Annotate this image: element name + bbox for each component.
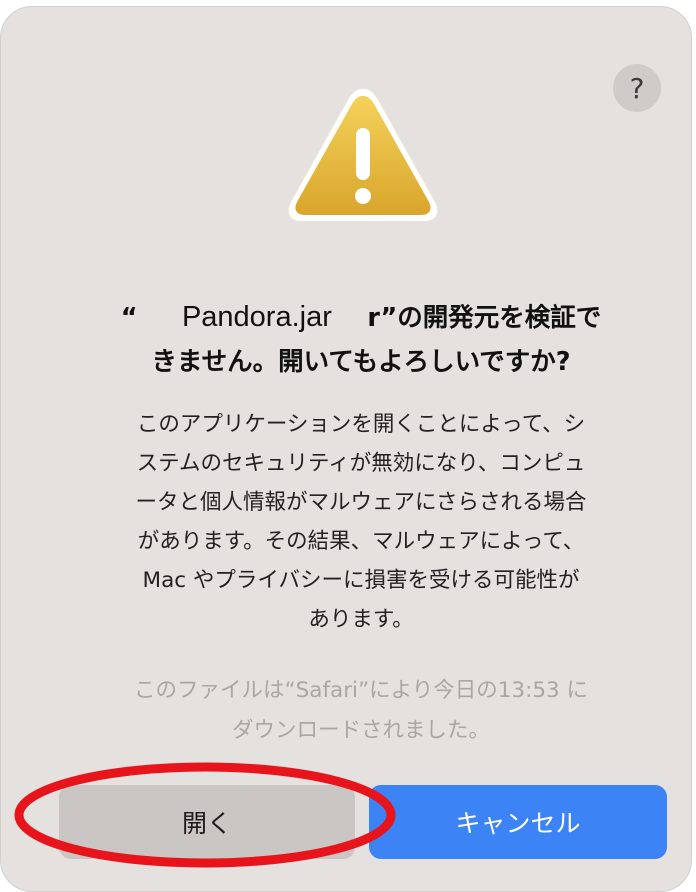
download-source-note: このファイルは“Safari”により今日の13:53 に ダウンロードされました… (63, 671, 659, 751)
open-button[interactable]: 開く (59, 785, 355, 859)
title-line-1-rest: r”の開発元を検証で (367, 303, 602, 333)
message-line: このアプリケーションを開くことによって、シ (136, 412, 586, 437)
warning-message: このアプリケーションを開くことによって、シ ステムのセキュリティが無効になり、コ… (63, 405, 659, 639)
cancel-button-label: キャンセル (455, 809, 581, 838)
security-warning-dialog: ? “ Pandora.jar r”の開発元を検証で きません。開いてもよろしい… (0, 6, 692, 892)
message-line: ステムのセキュリティが無効になり、コンピュ (136, 451, 586, 476)
title-open-quote: “ (120, 303, 138, 333)
help-button[interactable]: ? (613, 64, 661, 112)
warning-triangle-icon (286, 86, 440, 223)
source-line: このファイルは“Safari”により今日の13:53 に (133, 678, 589, 703)
title-line-2: きません。開いてもよろしいですか? (151, 347, 571, 377)
file-name: Pandora.jar (181, 301, 332, 333)
source-line: ダウンロードされました。 (231, 718, 490, 743)
title-line-1: “ Pandora.jar r”の開発元を検証で (61, 295, 661, 340)
message-line: があります。その結果、マルウェアによって、 (137, 529, 585, 554)
open-button-label: 開く (181, 809, 232, 838)
message-line: あります。 (308, 607, 414, 632)
message-line: Mac やプライバシーに損害を受ける可能性が (142, 568, 580, 593)
message-line: ータと個人情報がマルウェアにさらされる場合 (135, 490, 587, 515)
dialog-title: “ Pandora.jar r”の開発元を検証で きません。開いてもよろしいです… (61, 295, 661, 384)
cancel-button[interactable]: キャンセル (369, 785, 667, 859)
help-icon: ? (629, 71, 645, 105)
